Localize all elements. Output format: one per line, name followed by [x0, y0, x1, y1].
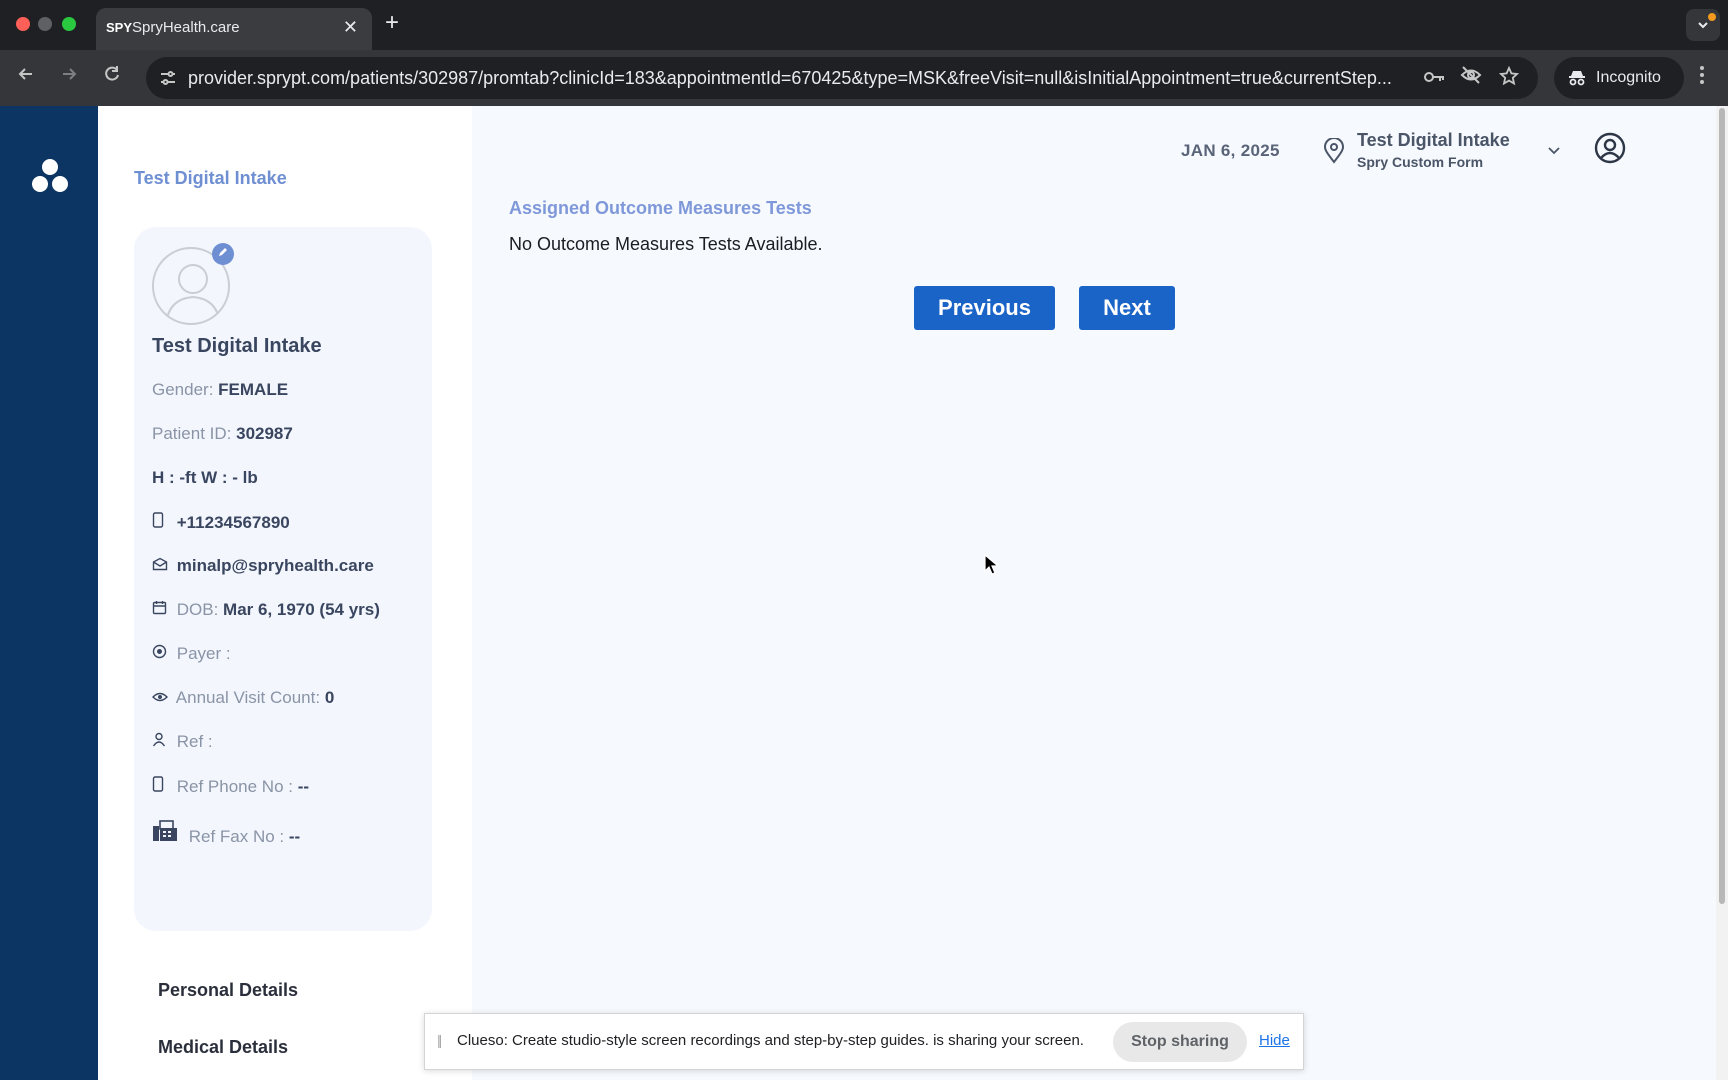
browser-toolbar: provider.sprypt.com/patients/302987/prom… [0, 50, 1728, 106]
patient-card: Test Digital Intake Gender: FEMALE Patie… [134, 227, 432, 931]
incognito-icon [1568, 57, 1586, 103]
section-title: Assigned Outcome Measures Tests [509, 198, 812, 218]
patient-id-row: Patient ID: 302987 [152, 424, 293, 444]
minimize-window-button[interactable] [38, 17, 52, 31]
phone-icon [152, 776, 170, 795]
incognito-badge[interactable]: Incognito [1554, 57, 1684, 99]
dob-label: DOB: [176, 600, 219, 619]
hide-link[interactable]: Hide [1259, 1032, 1290, 1049]
gender-label: Gender: [152, 380, 214, 399]
patient-side-panel: Test Digital Intake Test Digital Intake … [98, 106, 472, 1080]
chevron-down-icon[interactable] [1545, 142, 1563, 160]
visit-count-row: Annual Visit Count: 0 [152, 688, 334, 708]
stop-sharing-button[interactable]: Stop sharing [1113, 1022, 1247, 1062]
back-button[interactable] [12, 64, 40, 92]
empty-state-message: No Outcome Measures Tests Available. [509, 234, 823, 254]
calendar-icon [152, 600, 170, 618]
password-key-icon[interactable] [1422, 66, 1448, 90]
site-info-icon[interactable] [156, 66, 180, 90]
page-scrollbar[interactable] [1716, 106, 1728, 1080]
current-date: JAN 6, 2025 [1181, 141, 1280, 160]
height-weight-value: H : -ft W : - lb [152, 468, 258, 487]
person-icon [152, 732, 170, 750]
menu-medical-details[interactable]: Medical Details [158, 1037, 288, 1058]
previous-button[interactable]: Previous [914, 286, 1055, 330]
recording-indicator [1708, 13, 1716, 21]
browser-tab-bar: SPY SpryHealth.care ✕ + [0, 0, 1728, 50]
close-window-button[interactable] [16, 17, 30, 31]
ref-label: Ref : [176, 732, 213, 751]
tab-close-icon[interactable]: ✕ [343, 17, 358, 37]
app-nav-rail [0, 106, 98, 1080]
reload-icon [105, 66, 119, 81]
eye-icon [152, 690, 170, 706]
breadcrumb[interactable]: Test Digital Intake [134, 168, 287, 189]
ref-phone-label: Ref Phone No : [176, 777, 293, 796]
mouse-cursor-icon [984, 554, 1000, 575]
next-button[interactable]: Next [1079, 286, 1175, 330]
back-arrow-icon [18, 68, 32, 80]
share-message: Clueso: Create studio-style screen recor… [457, 1032, 1084, 1049]
height-weight-row: H : -ft W : - lb [152, 468, 258, 488]
edit-avatar-button[interactable] [212, 243, 234, 265]
phone-value: +11234567890 [176, 513, 290, 532]
tab-title: SpryHealth.care [132, 19, 240, 36]
drag-handle-icon[interactable]: || [437, 1032, 442, 1048]
screen-share-bar: || Clueso: Create studio-style screen re… [424, 1013, 1304, 1070]
forward-button[interactable] [55, 64, 83, 92]
payer-row: Payer : [152, 644, 231, 664]
ref-phone-value: -- [297, 777, 310, 796]
user-profile-icon[interactable] [1594, 132, 1626, 164]
dob-row: DOB: Mar 6, 1970 (54 yrs) [152, 600, 380, 620]
ref-fax-row: Ref Fax No : -- [152, 820, 300, 847]
ref-fax-value: -- [288, 827, 301, 846]
location-pin-icon [1323, 138, 1345, 164]
visit-count-value: 0 [324, 688, 335, 707]
patient-name: Test Digital Intake [152, 335, 322, 357]
email-row: minalp@spryhealth.care [152, 556, 374, 576]
ref-phone-row: Ref Phone No : -- [152, 776, 309, 797]
forward-arrow-icon [63, 68, 77, 80]
incognito-label: Incognito [1596, 69, 1661, 86]
payer-label: Payer : [176, 644, 231, 663]
star-icon[interactable] [1496, 65, 1522, 90]
eye-off-icon[interactable] [1458, 66, 1484, 90]
gender-row: Gender: FEMALE [152, 380, 288, 400]
spry-logo-icon[interactable] [30, 158, 70, 194]
location-form[interactable]: Spry Custom Form [1357, 154, 1483, 170]
scrollbar-thumb[interactable] [1719, 108, 1725, 904]
more-vert-icon[interactable] [1692, 64, 1712, 92]
spry-favicon-icon: SPY [106, 20, 133, 35]
browser-tab[interactable]: SPY SpryHealth.care ✕ [96, 8, 372, 50]
new-tab-button[interactable]: + [385, 10, 399, 36]
ref-fax-label: Ref Fax No : [188, 827, 285, 846]
pencil-icon [219, 248, 227, 256]
address-bar[interactable]: provider.sprypt.com/patients/302987/prom… [146, 57, 1538, 99]
menu-personal-details[interactable]: Personal Details [158, 980, 298, 1001]
visit-count-label: Annual Visit Count: [175, 688, 321, 707]
reload-button[interactable] [98, 64, 126, 92]
fax-icon [152, 820, 182, 845]
location-name[interactable]: Test Digital Intake [1357, 130, 1510, 151]
gender-value: FEMALE [218, 380, 289, 399]
dob-value: Mar 6, 1970 (54 yrs) [223, 600, 380, 619]
patient-id-value: 302987 [236, 424, 293, 443]
maximize-window-button[interactable] [62, 17, 76, 31]
phone-icon [152, 512, 170, 531]
patient-id-label: Patient ID: [152, 424, 232, 443]
url-text[interactable]: provider.sprypt.com/patients/302987/prom… [188, 67, 1428, 89]
email-value[interactable]: minalp@spryhealth.care [177, 556, 374, 575]
payer-icon [152, 644, 170, 662]
mail-icon [152, 557, 170, 574]
chevron-down-icon [1698, 22, 1708, 29]
tab-search-button[interactable] [1686, 9, 1720, 41]
ref-row: Ref : [152, 732, 213, 752]
phone-row: +11234567890 [152, 512, 290, 533]
